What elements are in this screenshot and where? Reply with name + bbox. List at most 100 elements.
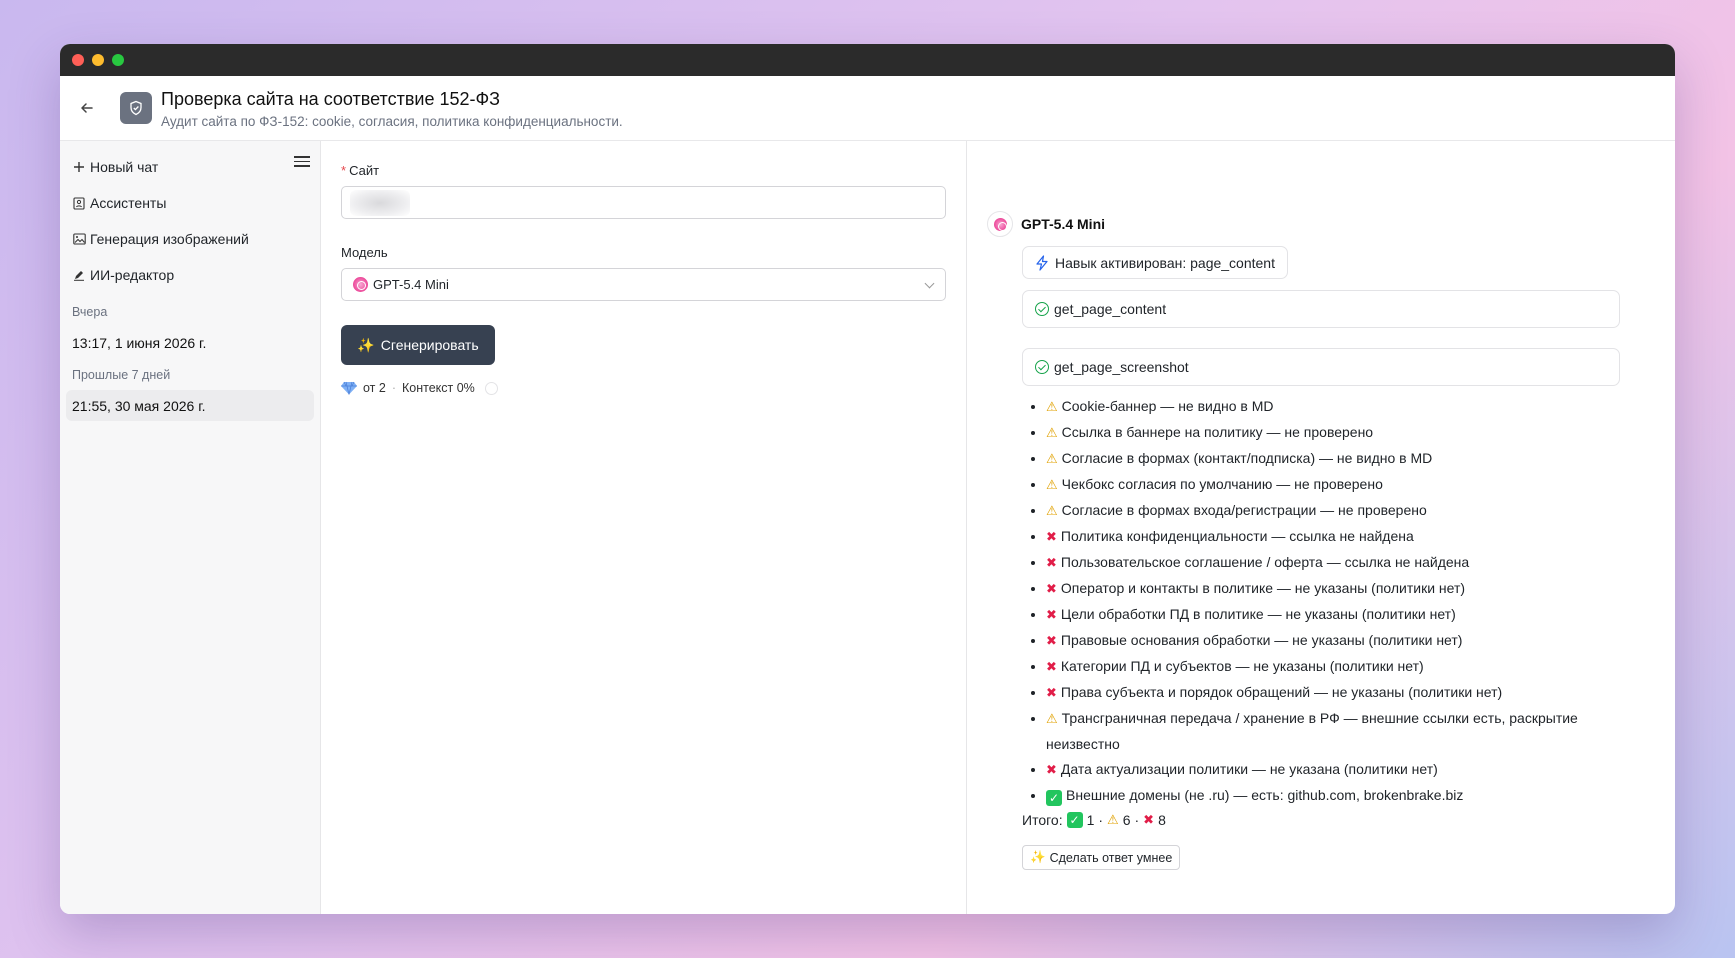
tool-call-card[interactable]: get_page_content (1022, 290, 1620, 328)
model-field-label: Модель (341, 245, 388, 260)
bot-avatar (987, 211, 1013, 237)
finding-text: Политика конфиденциальности — ссылка не … (1060, 528, 1414, 544)
back-button[interactable] (76, 97, 98, 119)
finding-text: Чекбокс согласия по умолчанию — не прове… (1061, 476, 1383, 492)
close-window-button[interactable] (72, 54, 84, 66)
make-answer-smarter-label: Сделать ответ умнее (1049, 850, 1173, 865)
page-subtitle: Аудит сайта по ФЗ-152: cookie, согласия,… (161, 113, 623, 129)
finding-text: Цели обработки ПД в политике — не указан… (1060, 606, 1456, 622)
page-header: Проверка сайта на соответствие 152-ФЗ Ау… (60, 76, 1675, 141)
generate-button-label: Сгенерировать (380, 337, 479, 353)
cross-mark-icon: ✖ (1046, 763, 1057, 778)
model-icon (353, 277, 368, 292)
shield-icon (120, 92, 152, 124)
model-select-value: GPT-5.4 Mini (373, 277, 449, 292)
summary-ok-count: 1 (1086, 812, 1095, 828)
chat-history-item[interactable]: 13:17, 1 июня 2026 г. (66, 327, 314, 358)
context-label: Контекст 0% (402, 381, 475, 395)
sidebar: Новый чат Ассистенты Генерация изображен… (60, 141, 321, 914)
section-label-last-7-days: Прошлые 7 дней (72, 368, 171, 382)
finding-text: Согласие в формах входа/регистрации — не… (1061, 502, 1427, 518)
generate-button[interactable]: ✨ Сгенерировать (341, 325, 495, 365)
window-titlebar (60, 44, 1675, 76)
minimize-window-button[interactable] (92, 54, 104, 66)
sidebar-item-label: ИИ-редактор (90, 267, 175, 283)
skill-activated-label: Навык активирован: page_content (1055, 254, 1275, 271)
site-field-label: * Сайт (341, 163, 380, 178)
sidebar-item-assistants[interactable]: Ассистенты (66, 185, 314, 221)
finding-item: ⚠Чекбокс согласия по умолчанию — не пров… (1046, 472, 1623, 498)
tool-call-name: get_page_content (1054, 301, 1167, 317)
finding-item: ✖Дата актуализации политики — не указана… (1046, 757, 1623, 783)
sidebar-item-ai-editor[interactable]: ИИ-редактор (66, 257, 314, 293)
finding-item: ⚠Трансграничная передача / хранение в РФ… (1046, 706, 1623, 757)
cross-mark-icon: ✖ (1046, 686, 1057, 701)
findings-list: ⚠Cookie-баннер — не видно в MD⚠Ссылка в … (1022, 394, 1623, 808)
app-window: Проверка сайта на соответствие 152-ФЗ Ау… (60, 44, 1675, 914)
finding-item: ✖Правовые основания обработки — не указа… (1046, 628, 1623, 654)
finding-item: ⚠Ссылка в баннере на политику — не прове… (1046, 420, 1623, 446)
section-label-yesterday: Вчера (72, 305, 108, 319)
finding-text: Пользовательское соглашение / оферта — с… (1060, 554, 1470, 570)
check-circle-icon (1035, 302, 1049, 316)
finding-item: ✖Пользовательское соглашение / оферта — … (1046, 550, 1623, 576)
finding-text: Cookie-баннер — не видно в MD (1061, 398, 1274, 414)
warning-icon: ⚠ (1046, 712, 1058, 727)
cost-label: от 2 (363, 381, 386, 395)
check-mark-icon: ✓ (1066, 812, 1083, 828)
redacted-site-value (350, 190, 410, 216)
finding-item: ✖Права субъекта и порядок обращений — не… (1046, 680, 1623, 706)
cross-mark-icon: ✖ (1046, 660, 1057, 675)
meta-row: от 2 · Контекст 0% (341, 381, 946, 395)
diamond-icon (341, 381, 357, 395)
finding-text: Ссылка в баннере на политику — не провер… (1061, 424, 1374, 440)
sidebar-item-image-generation[interactable]: Генерация изображений (66, 221, 314, 257)
arrow-left-icon (81, 103, 93, 113)
tool-call-card[interactable]: get_page_screenshot (1022, 348, 1620, 386)
finding-text: Оператор и контакты в политике — не указ… (1060, 580, 1466, 596)
warning-icon: ⚠ (1046, 452, 1058, 467)
sparkles-icon: ✨ (357, 336, 375, 353)
summary-label: Итого: (1022, 812, 1063, 828)
check-mark-icon: ✓ (1046, 790, 1062, 806)
bot-message-header: GPT-5.4 Mini (987, 211, 1623, 237)
warning-icon: ⚠ (1046, 504, 1058, 519)
finding-text: Дата актуализации политики — не указана … (1060, 761, 1438, 777)
new-chat-button[interactable]: Новый чат (66, 149, 314, 185)
required-marker: * (341, 163, 347, 178)
summary-warn-count: 6 (1122, 812, 1131, 828)
model-icon (993, 217, 1007, 231)
finding-text: Внешние домены (не .ru) — есть: github.c… (1066, 787, 1464, 803)
cross-mark-icon: ✖ (1046, 582, 1057, 597)
sparkles-icon: ✨ (1030, 850, 1046, 864)
assistant-icon (72, 196, 86, 210)
chat-history-item-active[interactable]: 21:55, 30 мая 2026 г. (66, 390, 314, 421)
model-select[interactable]: GPT-5.4 Mini (341, 268, 946, 301)
finding-item: ✓Внешние домены (не .ru) — есть: github.… (1046, 783, 1623, 808)
form-pane: * Сайт Модель GPT-5.4 Mini ✨ Сгенерироват… (321, 141, 967, 914)
tool-call-name: get_page_screenshot (1054, 359, 1189, 375)
finding-item: ⚠Согласие в формах (контакт/подписка) — … (1046, 446, 1623, 472)
cross-mark-icon: ✖ (1046, 530, 1057, 545)
warning-icon: ⚠ (1046, 426, 1058, 441)
maximize-window-button[interactable] (112, 54, 124, 66)
menu-icon[interactable] (294, 153, 310, 169)
chevron-down-icon (924, 278, 935, 289)
finding-text: Категории ПД и субъектов — не указаны (п… (1060, 658, 1424, 674)
check-circle-icon (1035, 360, 1049, 374)
sidebar-item-label: Ассистенты (90, 195, 167, 211)
finding-text: Трансграничная передача / хранение в РФ … (1046, 710, 1578, 752)
finding-item: ✖Категории ПД и субъектов — не указаны (… (1046, 654, 1623, 680)
cross-mark-icon: ✖ (1143, 812, 1155, 828)
make-answer-smarter-button[interactable]: ✨ Сделать ответ умнее (1022, 845, 1181, 870)
context-ring-icon (484, 381, 498, 395)
warning-icon: ⚠ (1107, 812, 1119, 828)
meta-separator: · (391, 381, 396, 395)
finding-item: ⚠Cookie-баннер — не видно в MD (1046, 394, 1623, 420)
finding-item: ⚠Согласие в формах входа/регистрации — н… (1046, 498, 1623, 524)
cross-mark-icon: ✖ (1046, 556, 1057, 571)
finding-text: Правовые основания обработки — не указан… (1060, 632, 1463, 648)
finding-text: Права субъекта и порядок обращений — не … (1060, 684, 1503, 700)
site-input[interactable] (341, 186, 946, 219)
finding-text: Согласие в формах (контакт/подписка) — н… (1061, 450, 1433, 466)
